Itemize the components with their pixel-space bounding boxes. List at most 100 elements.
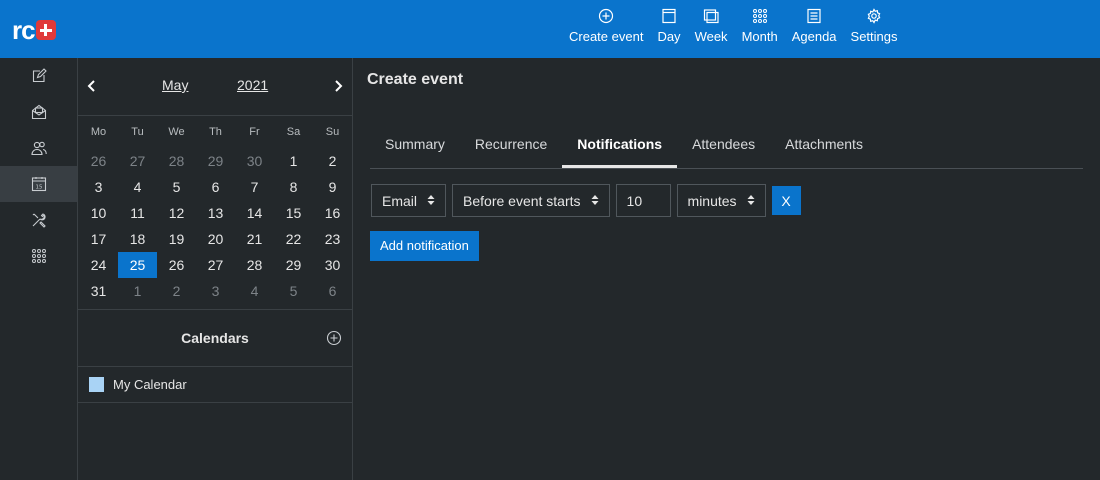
calendar-day[interactable]: 1 bbox=[274, 148, 313, 174]
tab-notifications[interactable]: Notifications bbox=[562, 127, 678, 168]
calendar-day[interactable]: 17 bbox=[79, 226, 118, 252]
calendar-day-selected[interactable]: 25 bbox=[118, 252, 157, 278]
calendar-day[interactable]: 6 bbox=[313, 278, 352, 304]
agenda-list-icon bbox=[807, 8, 821, 24]
calendar-sidebar: May 2021 Mo Tu We Th Fr Sa Su 26 27 28 29 30 1 2 3 4 5 6 7… bbox=[78, 58, 353, 480]
calendar-day[interactable]: 8 bbox=[274, 174, 313, 200]
tab-recurrence[interactable]: Recurrence bbox=[460, 127, 562, 168]
calendar-day[interactable]: 9 bbox=[313, 174, 352, 200]
calendar-day[interactable]: 26 bbox=[157, 252, 196, 278]
agenda-view-button[interactable]: Agenda bbox=[785, 8, 844, 45]
calendar-day[interactable]: 14 bbox=[235, 200, 274, 226]
calendar-day[interactable]: 20 bbox=[196, 226, 235, 252]
logo[interactable]: rc bbox=[12, 17, 56, 43]
top-nav: Create event Day Week Month Agenda Setti… bbox=[562, 8, 905, 45]
day-view-button[interactable]: Day bbox=[650, 8, 687, 45]
agenda-view-label: Agenda bbox=[791, 29, 837, 44]
week-view-button[interactable]: Week bbox=[688, 8, 735, 45]
weekday-label: Th bbox=[209, 126, 222, 138]
month-grid-icon bbox=[752, 9, 767, 23]
calendar-day[interactable]: 30 bbox=[235, 148, 274, 174]
calendar-list-item[interactable]: My Calendar bbox=[78, 367, 352, 403]
calendar-day[interactable]: 1 bbox=[118, 278, 157, 304]
mini-calendar-grid: Mo Tu We Th Fr Sa Su 26 27 28 29 30 1 2 3 4 5 6 7 8 9 10 11 12 1… bbox=[79, 122, 352, 304]
compose-icon bbox=[32, 68, 47, 83]
calendar-day[interactable]: 16 bbox=[313, 200, 352, 226]
calendar-day[interactable]: 5 bbox=[157, 174, 196, 200]
month-view-button[interactable]: Month bbox=[735, 8, 785, 45]
tab-attachments[interactable]: Attachments bbox=[770, 127, 878, 168]
calendar-day[interactable]: 29 bbox=[196, 148, 235, 174]
plus-circle-icon bbox=[599, 8, 614, 24]
calendar-name: My Calendar bbox=[113, 377, 187, 392]
calendar-day[interactable]: 15 bbox=[274, 200, 313, 226]
month-view-label: Month bbox=[741, 29, 778, 44]
notification-row: Email Before event starts 10 minutes X bbox=[371, 184, 801, 217]
calendar-day[interactable]: 13 bbox=[196, 200, 235, 226]
calendar-day[interactable]: 28 bbox=[235, 252, 274, 278]
calendar-day[interactable]: 5 bbox=[274, 278, 313, 304]
weekday-label: Sa bbox=[286, 126, 301, 138]
tab-summary[interactable]: Summary bbox=[370, 127, 460, 168]
calendar-day[interactable]: 3 bbox=[196, 278, 235, 304]
calendar-day[interactable]: 26 bbox=[79, 148, 118, 174]
calendar-day[interactable]: 27 bbox=[118, 148, 157, 174]
calendar-day[interactable]: 6 bbox=[196, 174, 235, 200]
notification-when-select[interactable]: Before event starts bbox=[452, 184, 610, 217]
settings-label: Settings bbox=[850, 29, 898, 44]
calendars-section-header: Calendars bbox=[78, 309, 352, 367]
calendar-day[interactable]: 18 bbox=[118, 226, 157, 252]
calendar-day[interactable]: 11 bbox=[118, 200, 157, 226]
calendar-day[interactable]: 2 bbox=[157, 278, 196, 304]
notification-when-value: Before event starts bbox=[463, 192, 581, 209]
calendar-day[interactable]: 2 bbox=[313, 148, 352, 174]
previous-month-button[interactable] bbox=[82, 76, 102, 96]
calendar-week-row: 3456789 bbox=[79, 174, 352, 200]
day-view-label: Day bbox=[657, 29, 681, 44]
rail-apps[interactable] bbox=[0, 238, 77, 274]
calendar-day[interactable]: 24 bbox=[79, 252, 118, 278]
remove-notification-button[interactable]: X bbox=[771, 186, 801, 215]
calendar-day[interactable]: 3 bbox=[79, 174, 118, 200]
notification-unit-select[interactable]: minutes bbox=[676, 184, 766, 217]
notification-unit-value: minutes bbox=[687, 192, 737, 209]
next-month-button[interactable] bbox=[328, 76, 348, 96]
rail-calendar[interactable]: 15 bbox=[0, 166, 77, 202]
main-content: Create event Summary Recurrence Notificati… bbox=[353, 58, 1100, 480]
calendar-color-swatch[interactable] bbox=[89, 377, 104, 392]
add-calendar-icon[interactable] bbox=[326, 330, 342, 346]
calendar-day[interactable]: 31 bbox=[79, 278, 118, 304]
rail-contacts[interactable] bbox=[0, 130, 77, 166]
month-selector[interactable]: May bbox=[162, 77, 188, 93]
calendar-day[interactable]: 12 bbox=[157, 200, 196, 226]
calendar-day[interactable]: 10 bbox=[79, 200, 118, 226]
calendar-icon-badge: 15 bbox=[35, 185, 42, 191]
settings-button[interactable]: Settings bbox=[844, 8, 905, 45]
add-notification-button[interactable]: Add notification bbox=[370, 231, 479, 261]
select-arrows-icon bbox=[591, 193, 599, 209]
notification-method-select[interactable]: Email bbox=[371, 184, 447, 217]
gear-icon bbox=[867, 8, 881, 24]
calendar-day[interactable]: 29 bbox=[274, 252, 313, 278]
rail-mail[interactable] bbox=[0, 94, 77, 130]
rail-tools[interactable] bbox=[0, 202, 77, 238]
calendar-day[interactable]: 30 bbox=[313, 252, 352, 278]
rail-compose[interactable] bbox=[0, 58, 77, 94]
calendar-day[interactable]: 4 bbox=[118, 174, 157, 200]
tab-attendees[interactable]: Attendees bbox=[677, 127, 770, 168]
create-event-button[interactable]: Create event bbox=[562, 8, 650, 45]
select-arrows-icon bbox=[747, 193, 755, 209]
calendar-day[interactable]: 22 bbox=[274, 226, 313, 252]
year-selector[interactable]: 2021 bbox=[237, 77, 268, 93]
calendar-day[interactable]: 23 bbox=[313, 226, 352, 252]
calendar-day[interactable]: 4 bbox=[235, 278, 274, 304]
weekday-label: Fr bbox=[249, 126, 260, 138]
calendar-day[interactable]: 7 bbox=[235, 174, 274, 200]
event-tabs: Summary Recurrence Notifications Attendees A… bbox=[370, 127, 1083, 169]
notification-amount-input[interactable]: 10 bbox=[615, 184, 671, 217]
calendar-day[interactable]: 19 bbox=[157, 226, 196, 252]
calendar-day[interactable]: 21 bbox=[235, 226, 274, 252]
calendar-day[interactable]: 27 bbox=[196, 252, 235, 278]
week-view-icon bbox=[703, 9, 719, 24]
calendar-day[interactable]: 28 bbox=[157, 148, 196, 174]
